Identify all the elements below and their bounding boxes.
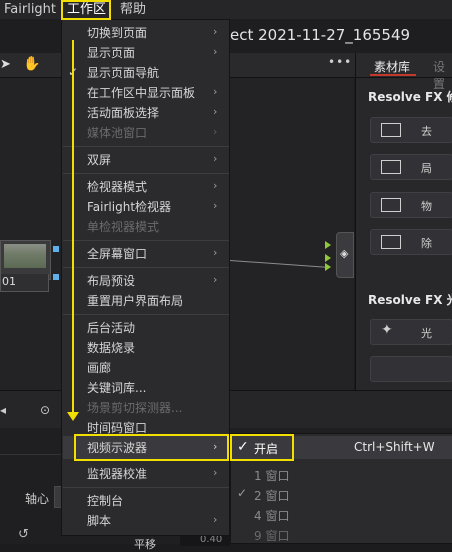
submenu-arrow-icon: › (213, 513, 218, 526)
submenu-arrow-icon: › (213, 25, 218, 38)
tool-icon[interactable]: ◂ (0, 403, 6, 417)
panel-tabs: 素材库 设置 (356, 53, 452, 91)
menu-item-show-page[interactable]: 显示页面 (87, 45, 135, 61)
section-title-revival: Resolve FX 修复 (368, 90, 452, 104)
fx-icon (381, 198, 401, 212)
section-title-light: Resolve FX 光效 (368, 293, 452, 307)
hand-icon[interactable]: ✋ (23, 56, 40, 72)
menu-item-fullscreen-window[interactable]: 全屏幕窗口 (87, 246, 147, 262)
menu-item-active-panel[interactable]: 活动面板选择 (87, 105, 159, 121)
menu-item-fairlight-viewer[interactable]: Fairlight检视器 (87, 199, 171, 215)
submenu-item-2-window[interactable]: 2 窗口 (254, 487, 289, 504)
more-options-icon[interactable]: ••• (328, 55, 352, 69)
menu-separator (63, 267, 229, 268)
fx-label: 光 (421, 327, 432, 340)
submenu-arrow-icon: › (213, 179, 218, 192)
active-tab-indicator (370, 74, 416, 76)
menu-item-single-viewer[interactable]: 单检视器模式 (87, 219, 159, 235)
highlight-on-option (230, 434, 294, 461)
menu-item-console[interactable]: 控制台 (87, 493, 123, 509)
menu-item-reset-ui-layout[interactable]: 重置用户界面布局 (87, 293, 183, 309)
submenu-arrow-icon: › (213, 246, 218, 259)
annotation-arrow-head-icon (67, 412, 79, 421)
fx-item-1[interactable]: 去 (370, 117, 452, 143)
highlight-workspace-menu (61, 0, 111, 20)
node-label: 01 (2, 275, 16, 288)
annotation-arrow-line (72, 40, 74, 415)
fx-label: 去 (421, 125, 432, 138)
submenu-item-4-window[interactable]: 4 窗口 (254, 507, 289, 524)
node-connection-line (229, 260, 330, 268)
menu-fairlight[interactable]: Fairlight (4, 0, 56, 19)
fx-icon (381, 160, 401, 174)
menu-separator (63, 173, 229, 174)
submenu-arrow-icon: › (213, 105, 218, 118)
node-thumbnail (4, 244, 46, 268)
menu-item-switch-page[interactable]: 切换到页面 (87, 25, 147, 41)
output-node[interactable]: ◈ (336, 232, 354, 278)
tool-icon-2[interactable]: ⊙ (40, 403, 50, 417)
fx-item-5[interactable]: ✦ 光 (370, 319, 452, 345)
submenu-arrow-icon: › (213, 466, 218, 479)
menu-item-viewer-mode[interactable]: 检视器模式 (87, 179, 147, 195)
menu-item-show-panels[interactable]: 在工作区中显示面板 (87, 85, 195, 101)
check-icon: ✓ (237, 486, 248, 500)
submenu-arrow-icon: › (213, 85, 218, 98)
layers-icon: ◈ (340, 247, 349, 260)
submenu-arrow-icon: › (213, 273, 218, 286)
fx-label: 局 (421, 162, 432, 175)
menu-item-show-page-nav[interactable]: 显示页面导航 (87, 65, 159, 81)
menu-item-data-burn-in[interactable]: 数据烧录 (87, 340, 135, 356)
submenu-item-9-window[interactable]: 9 窗口 (254, 527, 289, 544)
menu-item-dual-screen[interactable]: 双屏 (87, 152, 111, 168)
fx-item-2[interactable]: 局 (370, 154, 452, 180)
input-green-triangle-2[interactable] (325, 254, 331, 262)
node-output-blue[interactable] (53, 246, 59, 252)
menu-item-background-activity[interactable]: 后台活动 (87, 320, 135, 336)
menu-item-gallery[interactable]: 画廊 (87, 360, 111, 376)
pan-label: 平移 (134, 538, 156, 551)
menu-item-monitor-calibration[interactable]: 监视器校准 (87, 466, 147, 482)
axis-label: 轴心 (25, 492, 50, 506)
input-green-triangle-3[interactable] (325, 263, 331, 271)
menu-separator (63, 146, 229, 147)
node-output-blue-2[interactable] (53, 274, 59, 280)
fx-item-4[interactable]: 除 (370, 229, 452, 255)
menu-item-keyword-dictionary[interactable]: 关键词库... (87, 380, 146, 396)
submenu-arrow-icon: › (213, 199, 218, 212)
tab-library[interactable]: 素材库 (374, 58, 410, 75)
menu-item-layout-presets[interactable]: 布局预设 (87, 273, 135, 289)
fx-icon (381, 235, 401, 249)
fx-icon (381, 123, 401, 137)
reset-icon[interactable]: ↺ (18, 527, 29, 542)
menu-item-scene-cut-detector[interactable]: 场景剪切探测器... (87, 400, 182, 416)
pointer-icon[interactable]: ➤ (0, 57, 11, 72)
fx-item-3[interactable]: 物 (370, 192, 452, 218)
node-label-box: 01 (0, 274, 49, 292)
sparkle-icon: ✦ (381, 322, 393, 338)
shortcut-label: Ctrl+Shift+W (354, 440, 435, 454)
menu-item-media-pool-window[interactable]: 媒体池窗口 (87, 125, 147, 141)
submenu-arrow-icon: › (213, 125, 218, 138)
menu-separator (63, 314, 229, 315)
submenu-item-1-window[interactable]: 1 窗口 (254, 467, 289, 484)
submenu-arrow-icon: › (213, 152, 218, 165)
fx-label: 除 (421, 237, 432, 250)
fx-label: 物 (421, 200, 432, 213)
menu-item-scripts[interactable]: 脚本 (87, 513, 111, 529)
submenu-arrow-icon: › (213, 45, 218, 58)
menu-help[interactable]: 帮助 (120, 0, 146, 19)
input-green-triangle[interactable] (325, 241, 331, 249)
fx-item-6[interactable] (370, 356, 452, 382)
project-title: ect 2021-11-27_165549 (230, 26, 411, 44)
tab-settings[interactable]: 设置 (433, 58, 452, 92)
menu-separator (63, 487, 229, 488)
menu-separator (63, 240, 229, 241)
highlight-video-scopes (74, 434, 229, 461)
